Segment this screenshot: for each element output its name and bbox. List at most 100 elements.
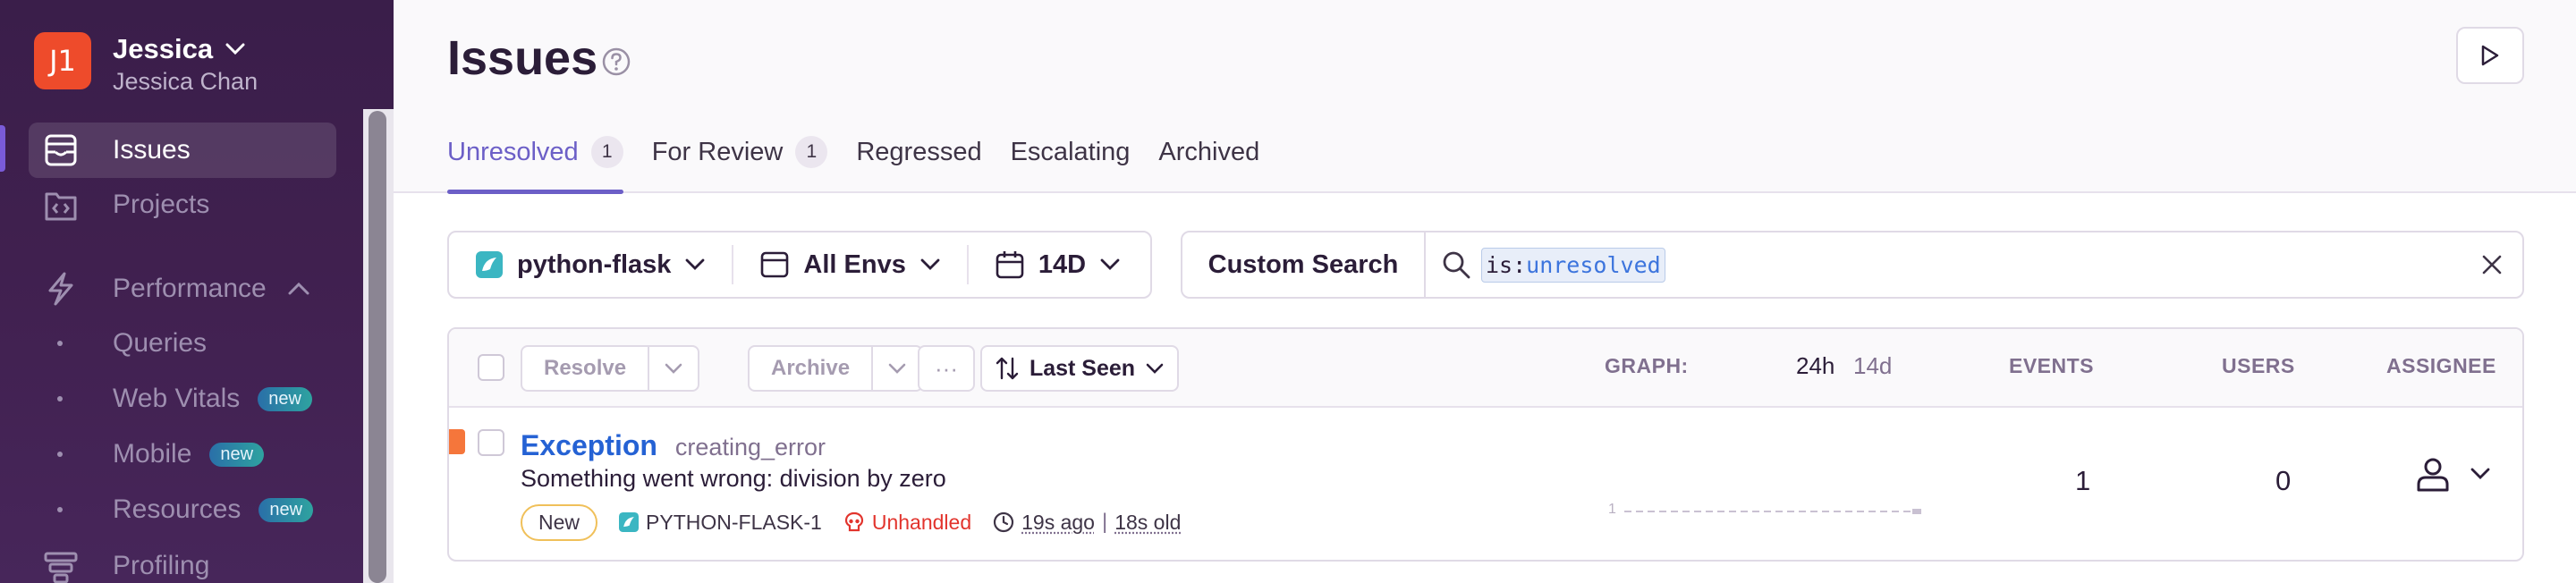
- sort-button[interactable]: Last Seen: [980, 345, 1179, 392]
- sidebar-item-web-vitals[interactable]: Web Vitals new: [57, 379, 312, 418]
- bullet-icon: [57, 396, 63, 401]
- events-count: 1: [2075, 465, 2091, 496]
- tab-label: Regressed: [856, 138, 982, 166]
- issues-icon: [43, 132, 79, 168]
- select-all-checkbox[interactable]: [478, 354, 504, 381]
- environment-filter-label: All Envs: [803, 249, 906, 279]
- assignee-column-header: ASSIGNEE: [2386, 354, 2496, 377]
- environment-filter[interactable]: All Envs: [733, 232, 966, 297]
- sidebar-item-label: Issues: [113, 135, 191, 165]
- play-tour-button[interactable]: [2456, 27, 2524, 84]
- search-icon: [1442, 250, 1470, 279]
- skull-icon: [844, 511, 863, 532]
- tab-label: Escalating: [1010, 138, 1131, 166]
- tab-escalating[interactable]: Escalating: [1011, 132, 1131, 193]
- chevron-down-icon: [1146, 363, 1164, 374]
- issue-title-link[interactable]: Exception: [521, 429, 657, 462]
- new-badge: new: [258, 497, 314, 522]
- graph-option-14d[interactable]: 14d: [1853, 352, 1892, 380]
- date-range-label: 14D: [1038, 249, 1087, 279]
- sidebar-scrollbar-thumb[interactable]: [369, 111, 386, 583]
- chevron-down-icon: [888, 363, 906, 374]
- projects-icon: [43, 187, 79, 223]
- tab-unresolved[interactable]: Unresolved 1: [447, 132, 623, 194]
- tab-count-badge: 1: [590, 136, 623, 168]
- python-flask-project-icon: [619, 512, 640, 532]
- tab-regressed[interactable]: Regressed: [856, 132, 981, 193]
- tab-label: Archived: [1158, 138, 1260, 166]
- search-token[interactable]: is:unresolved: [1481, 247, 1665, 283]
- chevron-down-icon: [686, 258, 705, 270]
- issue-tabs: Unresolved 1 For Review 1 Regressed Esca…: [447, 132, 1288, 194]
- sidebar-item-performance[interactable]: Performance: [43, 266, 309, 311]
- sidebar-item-resources[interactable]: Resources new: [57, 490, 314, 529]
- play-icon: [2481, 45, 2499, 66]
- clear-search-icon[interactable]: [2481, 254, 2503, 280]
- archive-button-group: Archive: [748, 345, 924, 392]
- search-token-value: unresolved: [1526, 251, 1661, 278]
- status-badge: New: [521, 503, 598, 541]
- more-actions-button[interactable]: ···: [918, 345, 975, 392]
- org-avatar: J1: [34, 32, 91, 89]
- chevron-down-icon: [665, 363, 682, 374]
- first-seen[interactable]: 18s old: [1114, 511, 1181, 535]
- events-column-header[interactable]: EVENTS: [2009, 354, 2094, 378]
- event-sparkline[interactable]: [1624, 506, 1925, 517]
- project-filter-label: python-flask: [517, 249, 672, 279]
- users-count: 0: [2275, 465, 2292, 496]
- tab-archived[interactable]: Archived: [1158, 132, 1259, 193]
- help-icon[interactable]: [601, 46, 631, 81]
- window-icon: [761, 251, 789, 278]
- severity-indicator: [449, 429, 465, 454]
- sidebar-item-label: Projects: [113, 190, 210, 219]
- resolve-options-button[interactable]: [648, 347, 698, 390]
- sidebar-item-profiling[interactable]: Profiling: [43, 544, 209, 583]
- row-checkbox[interactable]: [478, 429, 504, 456]
- short-id[interactable]: PYTHON-FLASK-1: [619, 511, 822, 535]
- assignee-selector[interactable]: [2413, 454, 2490, 494]
- date-range-filter[interactable]: 14D: [969, 232, 1147, 297]
- sidebar-item-label: Resources: [113, 494, 242, 524]
- sort-icon: [996, 357, 1019, 380]
- org-user-name: Jessica Chan: [113, 68, 258, 95]
- project-filter[interactable]: python-flask: [449, 232, 732, 297]
- tab-label: Unresolved: [447, 138, 579, 166]
- graph-column-header: GRAPH:: [1605, 354, 1689, 377]
- tab-for-review[interactable]: For Review 1: [652, 132, 828, 193]
- org-name: Jessica: [113, 33, 214, 64]
- search-token-key: is:: [1486, 251, 1527, 278]
- custom-search-button[interactable]: Custom Search: [1182, 232, 1426, 297]
- org-switcher[interactable]: J1 Jessica Jessica Chan: [34, 32, 258, 97]
- last-seen[interactable]: 19s ago: [1021, 511, 1095, 535]
- archive-button[interactable]: Archive: [750, 347, 871, 390]
- issue-message: Something went wrong: division by zero: [521, 465, 946, 492]
- unhandled-label: Unhandled: [871, 510, 972, 534]
- sparkline-max-label: 1: [1608, 502, 1616, 517]
- sidebar-item-mobile[interactable]: Mobile new: [57, 435, 265, 474]
- chevron-up-icon[interactable]: [288, 283, 309, 295]
- sidebar-item-queries[interactable]: Queries: [57, 324, 207, 363]
- graph-option-24h[interactable]: 24h: [1796, 352, 1835, 380]
- issues-table-header: Resolve Archive ··· Last Seen GRAPH: 24h…: [449, 329, 2522, 408]
- sidebar-item-label: Performance: [113, 274, 267, 303]
- user-icon: [2417, 458, 2449, 492]
- sidebar-item-label: Mobile: [113, 439, 192, 469]
- separator: |: [1101, 510, 1108, 534]
- sidebar-item-label: Web Vitals: [113, 384, 241, 413]
- issue-search-bar: Custom Search is:unresolved: [1181, 231, 2524, 299]
- sidebar: J1 Jessica Jessica Chan Issues Projects …: [0, 0, 394, 583]
- profiling-icon: [43, 548, 79, 583]
- resolve-button[interactable]: Resolve: [522, 347, 648, 390]
- archive-options-button[interactable]: [871, 347, 921, 390]
- page-title: Issues: [447, 31, 598, 85]
- sidebar-item-issues[interactable]: Issues: [43, 128, 191, 173]
- performance-icon: [43, 271, 79, 307]
- users-column-header[interactable]: USERS: [2222, 354, 2295, 378]
- sort-label: Last Seen: [1029, 355, 1136, 381]
- chevron-down-icon: [1100, 258, 1120, 270]
- sidebar-item-label: Profiling: [113, 551, 210, 580]
- issues-panel: Resolve Archive ··· Last Seen GRAPH: 24h…: [447, 327, 2524, 562]
- sidebar-item-projects[interactable]: Projects: [43, 182, 209, 227]
- short-id-label: PYTHON-FLASK-1: [646, 510, 822, 534]
- active-indicator: [0, 125, 5, 172]
